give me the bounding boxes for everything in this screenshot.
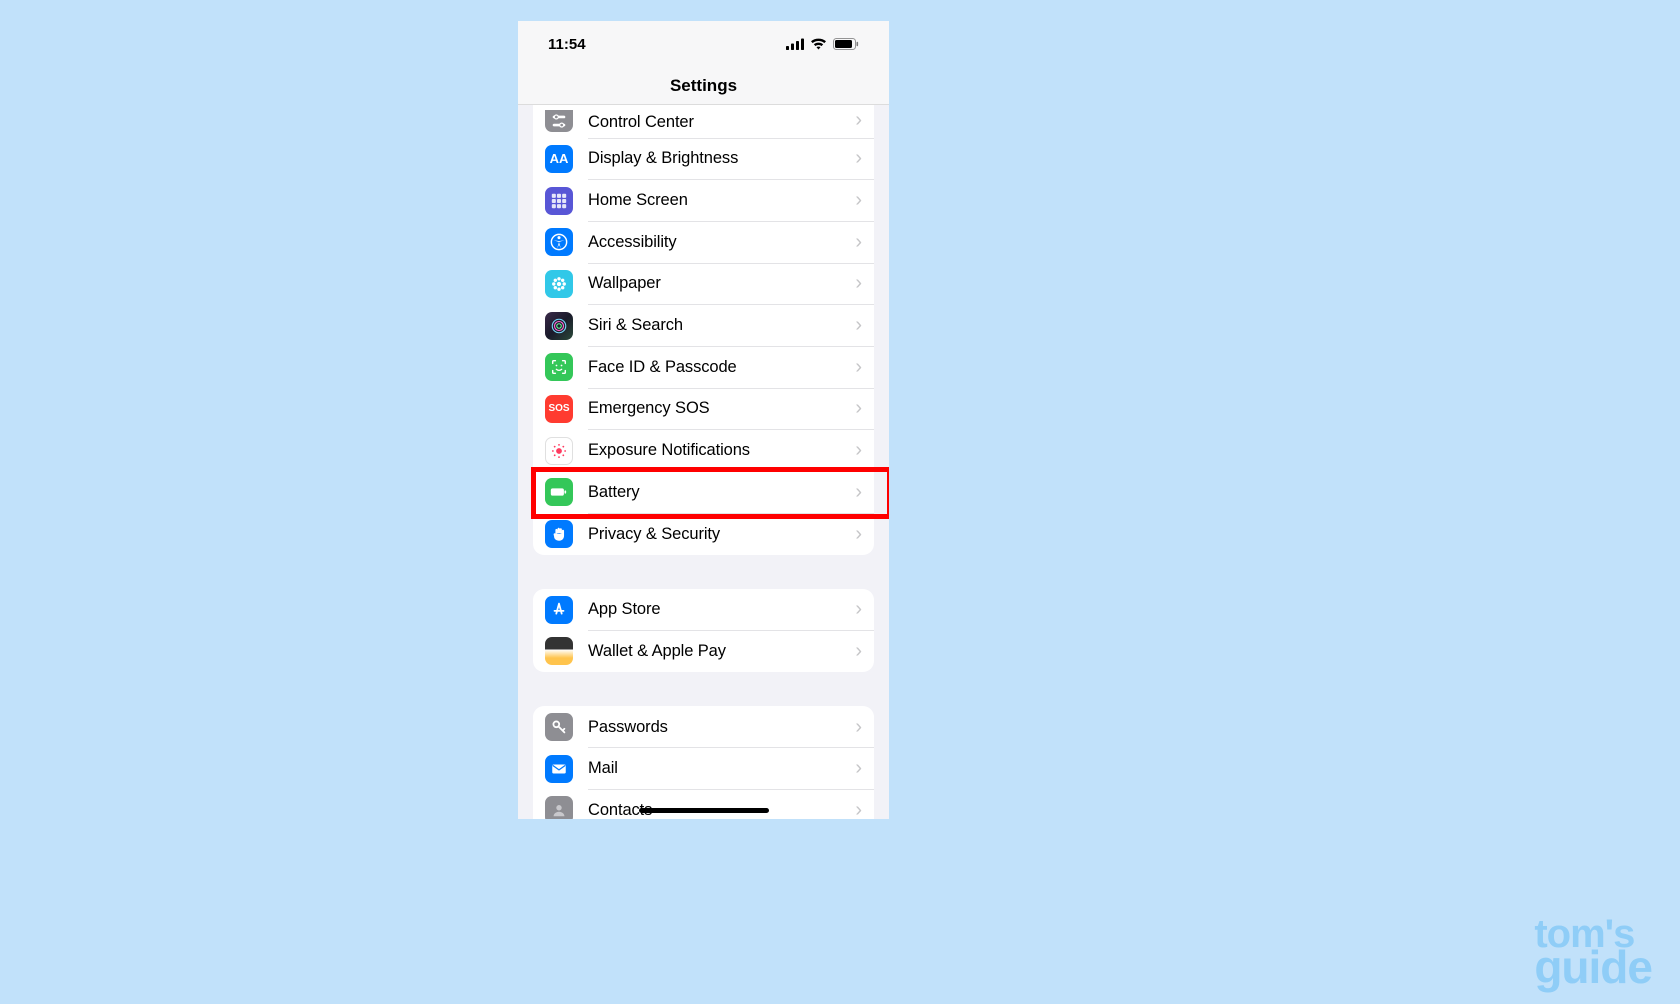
- chevron-right-icon: ›: [850, 523, 862, 546]
- sos-icon: SOS: [545, 395, 573, 423]
- chevron-right-icon: ›: [850, 356, 862, 379]
- status-time: 11:54: [548, 36, 586, 53]
- status-bar: 11:54: [518, 21, 889, 67]
- row-exposure-notifications[interactable]: Exposure Notifications›: [533, 430, 874, 472]
- grid-icon: [545, 187, 573, 215]
- accessibility-icon: [545, 228, 573, 256]
- sliders-icon: [545, 110, 573, 132]
- row-label: App Store: [588, 600, 850, 619]
- row-app-store[interactable]: App Store›: [533, 589, 874, 631]
- siri-icon: [545, 312, 573, 340]
- chevron-right-icon: ›: [850, 272, 862, 295]
- row-label: Accessibility: [588, 233, 850, 252]
- wifi-icon: [810, 38, 827, 50]
- cellular-icon: [786, 38, 804, 50]
- settings-group: Control Center›AADisplay & Brightness›Ho…: [533, 105, 874, 555]
- contacts-icon: [545, 796, 573, 819]
- chevron-right-icon: ›: [850, 147, 862, 170]
- nav-title: Settings: [670, 76, 737, 96]
- row-label: Privacy & Security: [588, 525, 850, 544]
- row-passwords[interactable]: Passwords›: [533, 706, 874, 748]
- row-battery[interactable]: Battery›: [533, 472, 874, 514]
- row-mail[interactable]: Mail›: [533, 748, 874, 790]
- face-icon: [545, 353, 573, 381]
- chevron-right-icon: ›: [850, 231, 862, 254]
- appstore-icon: [545, 596, 573, 624]
- row-display-brightness[interactable]: AA Display & Brightness›: [533, 138, 874, 180]
- chevron-right-icon: ›: [850, 189, 862, 212]
- row-label: Wallpaper: [588, 274, 850, 293]
- chevron-right-icon: ›: [850, 799, 862, 819]
- row-label: Passwords: [588, 718, 850, 737]
- hand-icon: [545, 520, 573, 548]
- row-label: Siri & Search: [588, 316, 850, 335]
- chevron-right-icon: ›: [850, 598, 862, 621]
- phone-frame: 11:54 Settings Control Center›AADisplay …: [518, 21, 889, 819]
- nav-bar: Settings: [518, 67, 889, 105]
- battery-icon: [545, 478, 573, 506]
- row-siri-search[interactable]: Siri & Search›: [533, 305, 874, 347]
- chevron-right-icon: ›: [850, 439, 862, 462]
- chevron-right-icon: ›: [850, 397, 862, 420]
- watermark-line2: guide: [1534, 950, 1652, 986]
- wallet-icon: [545, 637, 573, 665]
- row-contacts[interactable]: Contacts›: [533, 790, 874, 819]
- row-emergency-sos[interactable]: SOS Emergency SOS›: [533, 388, 874, 430]
- row-label: Home Screen: [588, 191, 850, 210]
- row-label: Face ID & Passcode: [588, 358, 850, 377]
- chevron-right-icon: ›: [850, 314, 862, 337]
- flower-icon: [545, 270, 573, 298]
- battery-icon: [833, 38, 859, 50]
- row-label: Exposure Notifications: [588, 441, 850, 460]
- row-face-id-passcode[interactable]: Face ID & Passcode›: [533, 346, 874, 388]
- mail-icon: [545, 755, 573, 783]
- row-privacy-security[interactable]: Privacy & Security›: [533, 513, 874, 555]
- key-icon: [545, 713, 573, 741]
- chevron-right-icon: ›: [850, 109, 862, 132]
- settings-group: Passwords›Mail›Contacts›: [533, 706, 874, 819]
- row-label: Control Center: [588, 113, 850, 132]
- row-wallpaper[interactable]: Wallpaper›: [533, 263, 874, 305]
- row-home-screen[interactable]: Home Screen›: [533, 180, 874, 222]
- status-icons: [786, 38, 859, 50]
- aa-icon: AA: [545, 145, 573, 173]
- settings-group: App Store›Wallet & Apple Pay›: [533, 589, 874, 672]
- row-accessibility[interactable]: Accessibility›: [533, 221, 874, 263]
- row-label: Display & Brightness: [588, 149, 850, 168]
- chevron-right-icon: ›: [850, 716, 862, 739]
- row-label: Wallet & Apple Pay: [588, 642, 850, 661]
- watermark: tom's guide: [1534, 919, 1652, 986]
- settings-list[interactable]: Control Center›AADisplay & Brightness›Ho…: [518, 105, 889, 819]
- chevron-right-icon: ›: [850, 640, 862, 663]
- home-indicator[interactable]: [639, 808, 769, 813]
- row-label: Emergency SOS: [588, 399, 850, 418]
- exposure-icon: [545, 437, 573, 465]
- chevron-right-icon: ›: [850, 481, 862, 504]
- row-wallet-apple-pay[interactable]: Wallet & Apple Pay›: [533, 631, 874, 673]
- row-label: Mail: [588, 759, 850, 778]
- chevron-right-icon: ›: [850, 757, 862, 780]
- row-control-center[interactable]: Control Center›: [533, 105, 874, 138]
- row-label: Battery: [588, 483, 850, 502]
